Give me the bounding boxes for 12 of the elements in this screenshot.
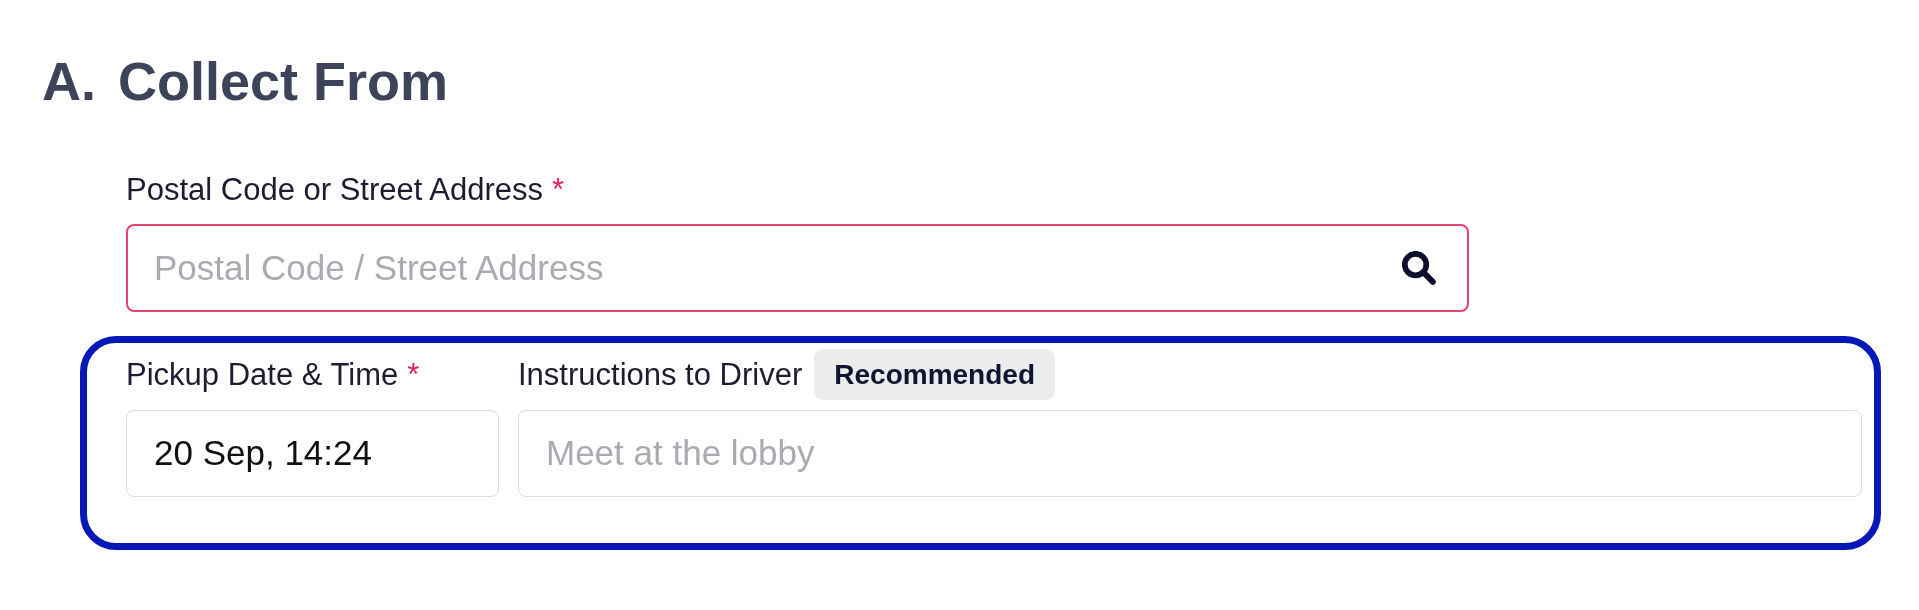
- required-asterisk: *: [407, 355, 420, 393]
- search-icon[interactable]: [1402, 250, 1436, 285]
- required-asterisk: *: [552, 170, 565, 208]
- section-number: A.: [42, 50, 96, 113]
- date-time-field[interactable]: 20 Sep, 14:24: [126, 409, 499, 497]
- instructions-field[interactable]: Meet at the lobby: [518, 409, 1862, 497]
- field-label: Postal Code or Street Address: [126, 170, 543, 208]
- field-label: Pickup Date & Time: [126, 355, 399, 393]
- field-label: Instructions to Driver: [518, 355, 803, 393]
- section-title: Collect From: [118, 50, 449, 113]
- address-search-field[interactable]: Postal Code / Street Address: [126, 223, 1469, 312]
- recommended-tag: Recommended: [814, 348, 1055, 400]
